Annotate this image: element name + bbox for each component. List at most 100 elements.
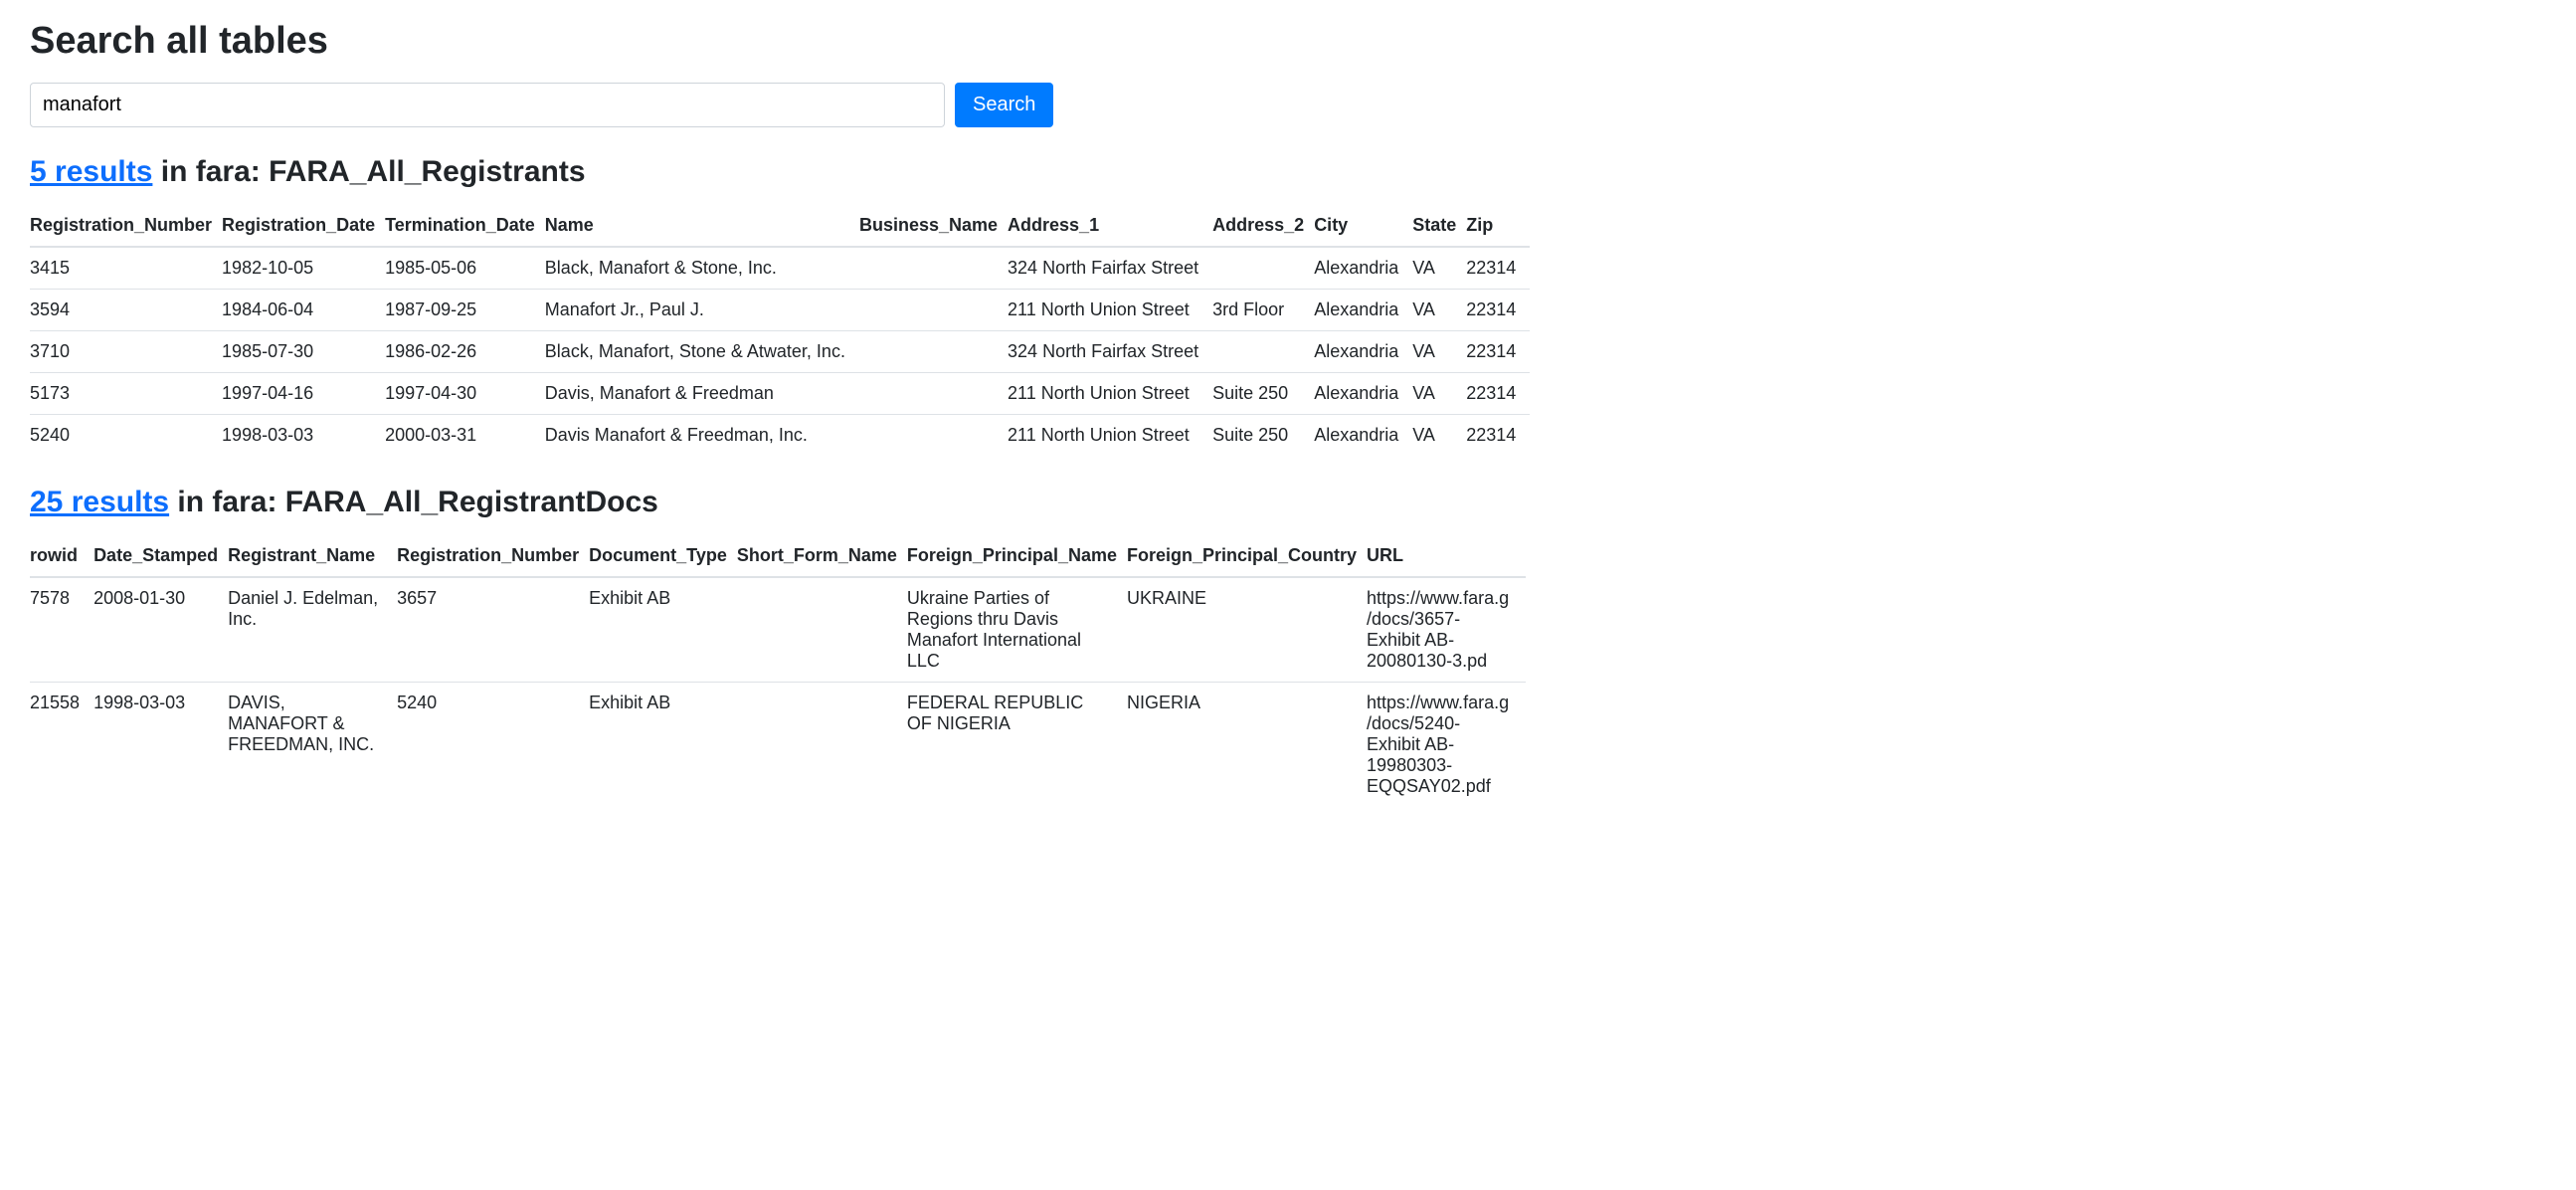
cell: 1985-05-06: [385, 247, 545, 290]
cell: [859, 290, 1008, 331]
cell: FEDERAL REPUBLIC OF NIGERIA: [907, 683, 1127, 808]
cell: Alexandria: [1314, 331, 1412, 373]
cell: UKRAINE: [1127, 577, 1367, 683]
cell: https://www.fara.g /docs/5240-Exhibit AB…: [1367, 683, 1526, 808]
table-row: 5240 1998-03-03 2000-03-31 Davis Manafor…: [30, 415, 1530, 457]
cell: 1985-07-30: [222, 331, 385, 373]
cell: 22314: [1466, 331, 1530, 373]
cell: 1982-10-05: [222, 247, 385, 290]
cell: [1212, 247, 1314, 290]
col-header: Termination_Date: [385, 207, 545, 247]
cell: 1986-02-26: [385, 331, 545, 373]
cell: 5173: [30, 373, 222, 415]
col-header: Registration_Number: [30, 207, 222, 247]
col-header: Foreign_Principal_Country: [1127, 537, 1367, 577]
cell: [737, 683, 907, 808]
cell: 2008-01-30: [93, 577, 228, 683]
cell: Black, Manafort, Stone & Atwater, Inc.: [545, 331, 859, 373]
cell: 5240: [30, 415, 222, 457]
col-header: Name: [545, 207, 859, 247]
cell: [859, 247, 1008, 290]
cell: Davis, Manafort & Freedman: [545, 373, 859, 415]
cell: VA: [1412, 247, 1466, 290]
cell: Suite 250: [1212, 415, 1314, 457]
cell: 5240: [397, 683, 589, 808]
col-header: Short_Form_Name: [737, 537, 907, 577]
table-registrantdocs: rowid Date_Stamped Registrant_Name Regis…: [30, 537, 1526, 807]
cell: [737, 577, 907, 683]
cell: 3rd Floor: [1212, 290, 1314, 331]
cell: 3415: [30, 247, 222, 290]
cell: [859, 415, 1008, 457]
cell: 1998-03-03: [93, 683, 228, 808]
cell: 22314: [1466, 290, 1530, 331]
cell: 1984-06-04: [222, 290, 385, 331]
cell: 1997-04-30: [385, 373, 545, 415]
col-header: State: [1412, 207, 1466, 247]
col-header: Document_Type: [589, 537, 737, 577]
cell: Manafort Jr., Paul J.: [545, 290, 859, 331]
cell: [1212, 331, 1314, 373]
table-header-row: rowid Date_Stamped Registrant_Name Regis…: [30, 537, 1526, 577]
col-header: Address_2: [1212, 207, 1314, 247]
cell: Suite 250: [1212, 373, 1314, 415]
page-title: Search all tables: [30, 20, 2546, 63]
cell: 22314: [1466, 415, 1530, 457]
cell: VA: [1412, 290, 1466, 331]
cell: 324 North Fairfax Street: [1008, 247, 1212, 290]
col-header: Business_Name: [859, 207, 1008, 247]
cell: DAVIS, MANAFORT & FREEDMAN, INC.: [228, 683, 397, 808]
cell: Davis Manafort & Freedman, Inc.: [545, 415, 859, 457]
results-link-registrantdocs[interactable]: 25 results: [30, 486, 169, 518]
cell: 324 North Fairfax Street: [1008, 331, 1212, 373]
col-header: rowid: [30, 537, 93, 577]
cell: 1998-03-03: [222, 415, 385, 457]
search-input[interactable]: [30, 83, 945, 127]
cell: Alexandria: [1314, 415, 1412, 457]
col-header: Registrant_Name: [228, 537, 397, 577]
cell: 22314: [1466, 373, 1530, 415]
col-header: Registration_Number: [397, 537, 589, 577]
table-row: 5173 1997-04-16 1997-04-30 Davis, Manafo…: [30, 373, 1530, 415]
table-registrants: Registration_Number Registration_Date Te…: [30, 207, 1530, 456]
table-row: 21558 1998-03-03 DAVIS, MANAFORT & FREED…: [30, 683, 1526, 808]
table-row: 3594 1984-06-04 1987-09-25 Manafort Jr.,…: [30, 290, 1530, 331]
table-row: 3415 1982-10-05 1985-05-06 Black, Manafo…: [30, 247, 1530, 290]
cell: 2000-03-31: [385, 415, 545, 457]
cell: 1997-04-16: [222, 373, 385, 415]
cell: Ukraine Parties of Regions thru Davis Ma…: [907, 577, 1127, 683]
cell: 21558: [30, 683, 93, 808]
col-header: Date_Stamped: [93, 537, 228, 577]
table-row: 3710 1985-07-30 1986-02-26 Black, Manafo…: [30, 331, 1530, 373]
cell: VA: [1412, 415, 1466, 457]
cell: VA: [1412, 373, 1466, 415]
col-header: City: [1314, 207, 1412, 247]
cell: 3657: [397, 577, 589, 683]
col-header: Foreign_Principal_Name: [907, 537, 1127, 577]
cell: 3594: [30, 290, 222, 331]
cell: [859, 373, 1008, 415]
table-header-row: Registration_Number Registration_Date Te…: [30, 207, 1530, 247]
table-row: 7578 2008-01-30 Daniel J. Edelman, Inc. …: [30, 577, 1526, 683]
cell: Alexandria: [1314, 373, 1412, 415]
cell: 211 North Union Street: [1008, 290, 1212, 331]
cell: NIGERIA: [1127, 683, 1367, 808]
results-heading-registrantdocs: 25 results in fara: FARA_All_RegistrantD…: [30, 486, 2546, 519]
cell: Daniel J. Edelman, Inc.: [228, 577, 397, 683]
col-header: Registration_Date: [222, 207, 385, 247]
cell: VA: [1412, 331, 1466, 373]
cell: 211 North Union Street: [1008, 373, 1212, 415]
cell: 22314: [1466, 247, 1530, 290]
cell: Exhibit AB: [589, 577, 737, 683]
results-link-registrants[interactable]: 5 results: [30, 155, 152, 188]
cell: 211 North Union Street: [1008, 415, 1212, 457]
cell: Alexandria: [1314, 247, 1412, 290]
cell: https://www.fara.g /docs/3657-Exhibit AB…: [1367, 577, 1526, 683]
search-button[interactable]: Search: [955, 83, 1053, 127]
col-header: URL: [1367, 537, 1526, 577]
cell: 7578: [30, 577, 93, 683]
col-header: Address_1: [1008, 207, 1212, 247]
results-suffix-registrants: in fara: FARA_All_Registrants: [152, 155, 585, 188]
cell: 1987-09-25: [385, 290, 545, 331]
col-header: Zip: [1466, 207, 1530, 247]
